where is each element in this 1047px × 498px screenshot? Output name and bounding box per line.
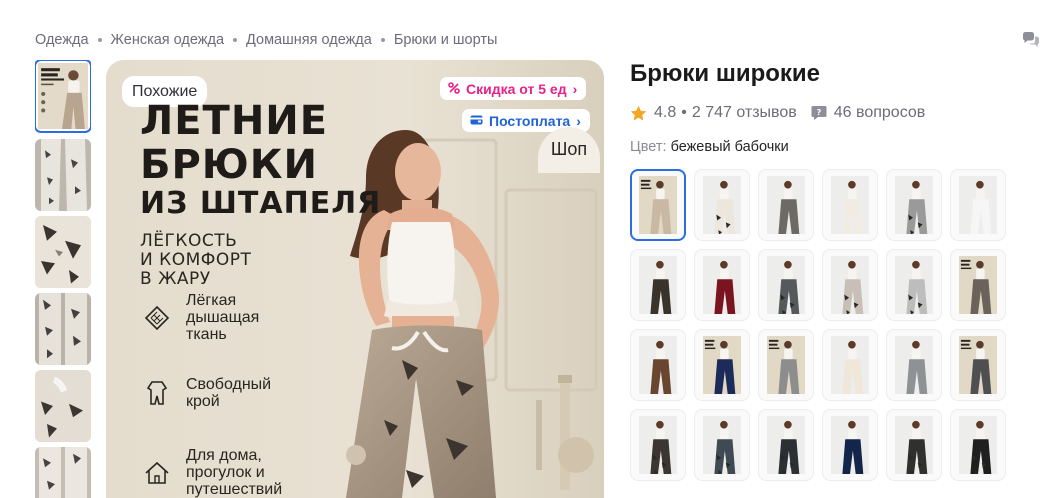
color-variant-swatch[interactable] [630, 249, 686, 321]
poster-feature-text: Лёгкая дышащая ткань [186, 292, 259, 343]
color-variant-swatch[interactable] [886, 409, 942, 481]
poster-feature-text: Свободный крой [186, 376, 271, 410]
poster-feature-line: Для дома, [186, 447, 262, 464]
pajama-icon [142, 378, 172, 408]
discount-badge[interactable]: Скидка от 5 ед › [440, 77, 587, 100]
color-variant-swatch[interactable] [630, 169, 686, 241]
color-label: Цвет: [630, 139, 667, 155]
questions-link[interactable]: 46 вопросов [834, 104, 926, 122]
rating-separator: • [681, 104, 687, 121]
chat-bubbles-icon[interactable] [1022, 32, 1040, 48]
breadcrumb-separator [380, 38, 385, 42]
postpay-badge-label: Постоплата [489, 112, 571, 129]
color-variant-swatch[interactable] [630, 409, 686, 481]
color-variant-swatch[interactable] [886, 169, 942, 241]
color-variant-swatch[interactable] [822, 409, 878, 481]
chevron-right-icon: › [576, 112, 581, 129]
poster-headline-line: БРЮКИ [140, 142, 318, 188]
poster-feature: Свободный крой [142, 376, 271, 410]
color-variant-swatch[interactable] [694, 329, 750, 401]
color-variant-swatch[interactable] [886, 329, 942, 401]
color-variant-swatch[interactable] [950, 249, 1006, 321]
poster-feature-line: крой [186, 393, 220, 410]
gallery-thumbnails [35, 60, 91, 498]
poster-subheadline: ЛЁГКОСТЬ И КОМФОРТ В ЖАРУ [140, 232, 251, 289]
color-variant-swatch[interactable] [822, 249, 878, 321]
questions-icon: ? [811, 105, 827, 121]
color-variant-swatch[interactable] [758, 169, 814, 241]
color-variant-swatch[interactable] [950, 329, 1006, 401]
gallery-thumbnail-poster[interactable] [35, 60, 91, 133]
poster-feature-line: Свободный [186, 376, 272, 393]
color-variant-swatch[interactable] [694, 169, 750, 241]
home-icon [142, 458, 172, 488]
fabric-icon [142, 303, 172, 333]
poster-feature-line: прогулок и [186, 464, 265, 481]
color-variant-swatch[interactable] [758, 409, 814, 481]
color-variant-swatch[interactable] [950, 169, 1006, 241]
breadcrumb-item-pants-shorts[interactable]: Брюки и шорты [394, 32, 498, 48]
poster-subheadline-line: И КОМФОРТ [140, 250, 252, 270]
rating-value: 4.8 [654, 104, 677, 121]
poster-feature-line: дышащая [186, 309, 260, 326]
poster-subheadline-line: ЛЁГКОСТЬ [140, 231, 238, 251]
percent-icon [448, 81, 460, 97]
gallery-thumbnail-print[interactable] [35, 447, 91, 498]
color-variant-swatch[interactable] [694, 409, 750, 481]
color-variants-grid [629, 168, 1009, 498]
breadcrumb-separator [97, 38, 102, 42]
color-variant-swatch[interactable] [950, 409, 1006, 481]
poster-feature-line: Лёгкая [186, 292, 237, 309]
product-title: Брюки широкие [630, 60, 821, 87]
color-variant-swatch[interactable] [694, 249, 750, 321]
poster-headline-line: ЛЕТНИЕ [140, 98, 329, 144]
discount-badge-label: Скидка от 5 ед [466, 80, 567, 97]
poster-headline: ЛЕТНИЕ БРЮКИ ИЗ ШТАПЕЛЯ [140, 101, 381, 219]
main-product-image[interactable]: Похожие Скидка от 5 ед › Постоплата › Шо… [106, 60, 604, 498]
poster-feature-line: путешествий [186, 481, 283, 498]
breadcrumb-item-clothing[interactable]: Одежда [35, 32, 89, 48]
gallery-thumbnail-print[interactable] [35, 370, 91, 442]
poster-feature-text: Для дома, прогулок и путешествий [186, 447, 282, 498]
gallery-thumbnail-print[interactable] [35, 216, 91, 288]
color-variant-swatch[interactable] [886, 249, 942, 321]
gallery-thumbnail-print[interactable] [35, 293, 91, 365]
rating-row: 4.8 • 2 747 отзывов ? 46 вопросов [630, 104, 925, 122]
color-variant-swatch[interactable] [758, 249, 814, 321]
breadcrumb-separator [233, 38, 238, 42]
breadcrumb-item-homewear[interactable]: Домашняя одежда [246, 32, 372, 48]
color-row: Цвет: бежевый бабочки [630, 139, 789, 155]
poster-subheadline-line: В ЖАРУ [140, 269, 211, 289]
poster-feature-line: ткань [186, 326, 227, 343]
gallery-thumbnail-print[interactable] [35, 139, 91, 211]
poster-feature: Лёгкая дышащая ткань [142, 292, 259, 343]
breadcrumb: Одежда Женская одежда Домашняя одежда Бр… [35, 32, 497, 48]
color-variant-swatch[interactable] [758, 329, 814, 401]
poster-headline-line: ИЗ ШТАПЕЛЯ [140, 186, 382, 221]
color-value: бежевый бабочки [670, 139, 789, 155]
color-variant-swatch[interactable] [630, 329, 686, 401]
wallet-icon [470, 113, 483, 129]
breadcrumb-item-womens-clothing[interactable]: Женская одежда [111, 32, 224, 48]
color-variant-swatch[interactable] [822, 329, 878, 401]
reviews-link[interactable]: 2 747 отзывов [692, 104, 797, 122]
star-icon [630, 105, 647, 122]
poster-feature: Для дома, прогулок и путешествий [142, 447, 282, 498]
chevron-right-icon: › [572, 80, 578, 97]
svg-text:?: ? [816, 108, 821, 117]
color-variant-swatch[interactable] [822, 169, 878, 241]
